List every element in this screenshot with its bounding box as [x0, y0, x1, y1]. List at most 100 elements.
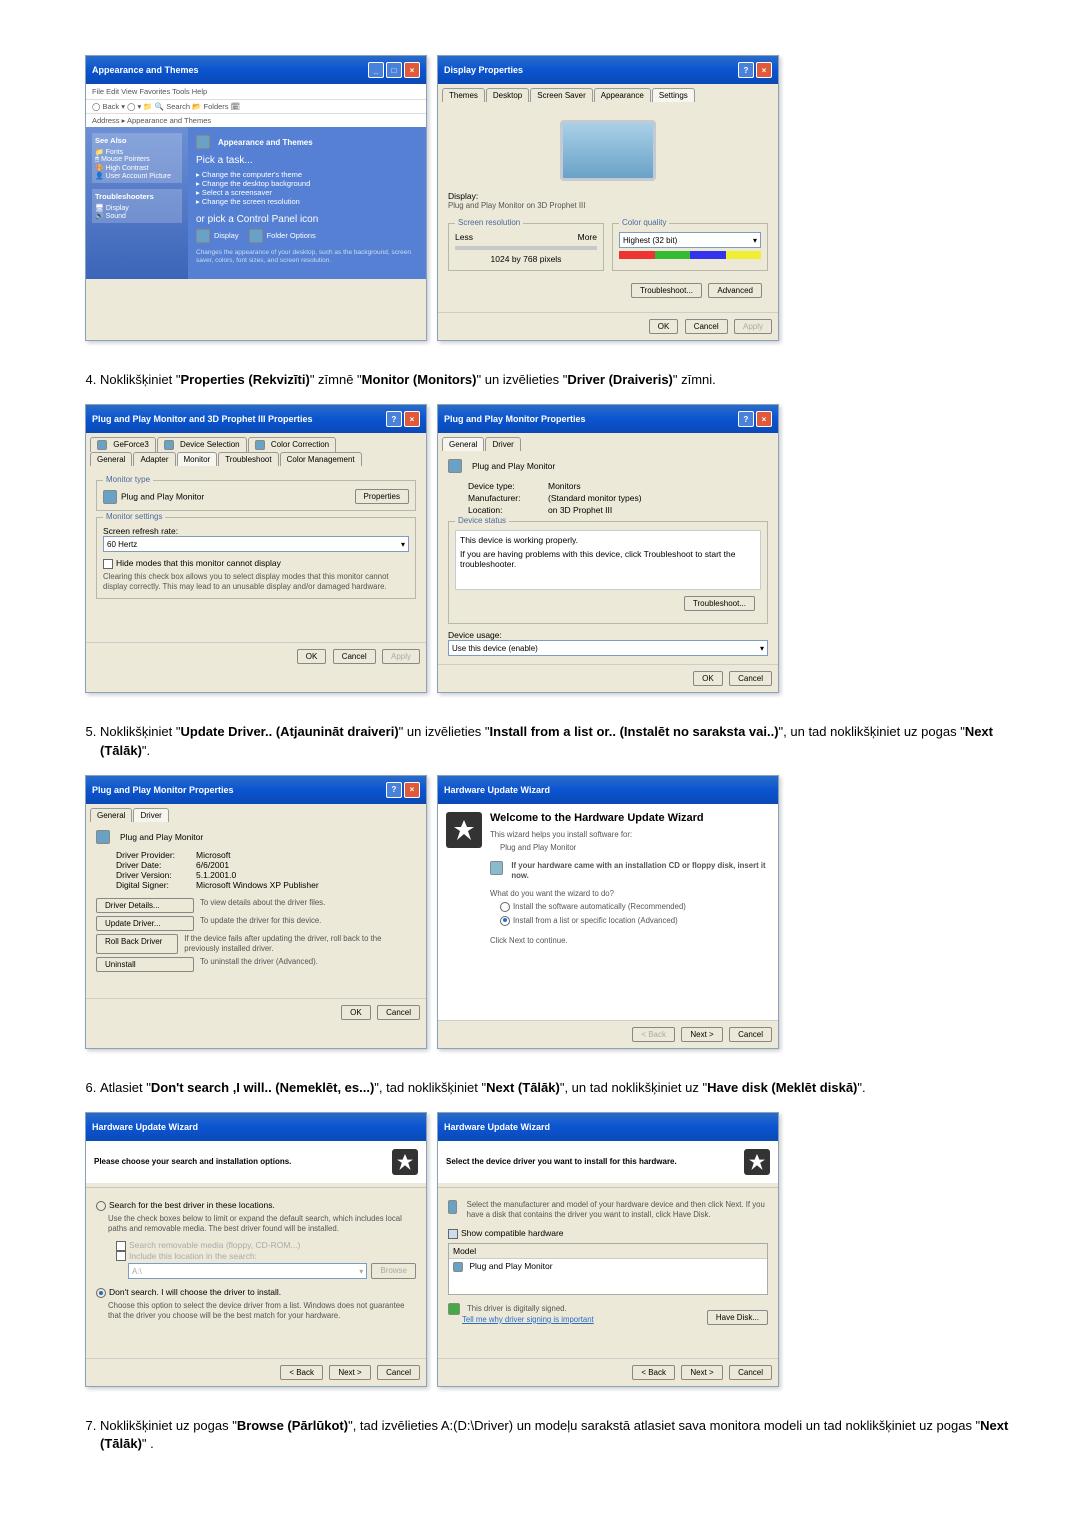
ok-button[interactable]: OK [341, 1005, 371, 1020]
tab-general[interactable]: General [442, 437, 484, 451]
task-link[interactable]: ▸ Change the desktop background [196, 179, 418, 188]
tab-monitor[interactable]: Monitor [177, 452, 218, 466]
ok-button[interactable]: OK [649, 319, 679, 334]
next-button[interactable]: Next > [681, 1365, 722, 1380]
check-removable-label: Search removable media (floppy, CD-ROM..… [129, 1240, 300, 1250]
cancel-button[interactable]: Cancel [729, 1365, 772, 1380]
path-select[interactable]: A:\▾ [128, 1263, 367, 1279]
ok-button[interactable]: OK [297, 649, 327, 664]
wizard-helps: This wizard helps you install software f… [490, 830, 770, 840]
help-icon[interactable]: ? [738, 411, 754, 427]
tab-appearance[interactable]: Appearance [594, 88, 651, 102]
next-button[interactable]: Next > [329, 1365, 370, 1380]
help-icon[interactable]: ? [738, 62, 754, 78]
nvidia-icon [97, 440, 107, 450]
tab-general[interactable]: General [90, 452, 132, 466]
check-removable[interactable] [116, 1241, 126, 1251]
window-title: Plug and Play Monitor and 3D Prophet III… [92, 414, 313, 424]
signer-label: Digital Signer: [116, 880, 196, 890]
titlebar: Display Properties ?× [438, 56, 778, 84]
cancel-button[interactable]: Cancel [333, 649, 376, 664]
tab-driver[interactable]: Driver [485, 437, 520, 451]
cancel-button[interactable]: Cancel [377, 1365, 420, 1380]
browse-button[interactable]: Browse [371, 1263, 416, 1279]
back-button[interactable]: < Back [632, 1365, 675, 1380]
help-icon[interactable]: ? [386, 782, 402, 798]
monitor-properties-driver: Plug and Play Monitor Properties?× Gener… [85, 775, 427, 1049]
update-driver-button[interactable]: Update Driver... [96, 916, 194, 931]
resolution-slider[interactable] [455, 246, 597, 250]
tab-color-correction[interactable]: Color Correction [248, 437, 336, 452]
max-icon[interactable]: □ [386, 62, 402, 78]
help-icon[interactable]: ? [386, 411, 402, 427]
hardware-update-wizard-select: Hardware Update Wizard Select the device… [437, 1112, 779, 1387]
tab-themes[interactable]: Themes [442, 88, 485, 102]
driver-details-button[interactable]: Driver Details... [96, 898, 194, 913]
have-disk-button[interactable]: Have Disk... [707, 1310, 768, 1325]
tab-colormgmt[interactable]: Color Management [280, 452, 362, 466]
troubleshoot-button[interactable]: Troubleshoot... [631, 283, 702, 298]
tab-driver[interactable]: Driver [133, 808, 168, 822]
heading: Appearance and Themes [218, 138, 313, 147]
cp-icon-folder-options[interactable]: Folder Options [249, 229, 316, 243]
tab-adapter[interactable]: Adapter [133, 452, 175, 466]
cancel-button[interactable]: Cancel [377, 1005, 420, 1020]
monitor-settings-label: Monitor settings [103, 512, 165, 521]
task-link[interactable]: ▸ Change the computer's theme [196, 170, 418, 179]
tab-general[interactable]: General [90, 808, 132, 822]
version: 5.1.2001.0 [196, 870, 236, 880]
back-button[interactable]: < Back [632, 1027, 675, 1042]
check-location[interactable] [116, 1251, 126, 1261]
tab-desktop[interactable]: Desktop [486, 88, 529, 102]
radio-search[interactable] [96, 1201, 106, 1211]
tab-geforce3[interactable]: GeForce3 [90, 437, 156, 452]
cancel-button[interactable]: Cancel [729, 671, 772, 686]
tab-device-selection[interactable]: Device Selection [157, 437, 247, 452]
close-icon[interactable]: × [404, 411, 420, 427]
close-icon[interactable]: × [404, 62, 420, 78]
ok-button[interactable]: OK [693, 671, 723, 686]
cp-icon-display[interactable]: Display [196, 229, 239, 243]
step-5: Noklikšķiniet "Update Driver.. (Atjaunin… [100, 723, 1020, 759]
properties-button[interactable]: Properties [355, 489, 409, 504]
color-bar [619, 251, 761, 259]
radio-list[interactable] [500, 916, 510, 926]
window-title: Hardware Update Wizard [92, 1122, 198, 1132]
tab-settings[interactable]: Settings [652, 88, 695, 102]
nvidia-icon [255, 440, 265, 450]
close-icon[interactable]: × [756, 62, 772, 78]
step-7: Noklikšķiniet uz pogas "Browse (Pārlūkot… [100, 1417, 1020, 1453]
min-icon[interactable]: _ [368, 62, 384, 78]
colorquality-select[interactable]: Highest (32 bit)▾ [619, 232, 761, 248]
less-label: Less [455, 232, 473, 242]
uninstall-text: To uninstall the driver (Advanced). [200, 957, 318, 972]
task-link[interactable]: ▸ Change the screen resolution [196, 197, 418, 206]
res-label: Screen resolution [455, 218, 523, 227]
model-item[interactable]: Plug and Play Monitor [449, 1259, 767, 1274]
refresh-select[interactable]: 60 Hertz▾ [103, 536, 409, 552]
radio-auto[interactable] [500, 902, 510, 912]
tab-troubleshoot[interactable]: Troubleshoot [218, 452, 278, 466]
apply-button[interactable]: Apply [734, 319, 772, 334]
task-link[interactable]: ▸ Select a screensaver [196, 188, 418, 197]
apply-button[interactable]: Apply [382, 649, 420, 664]
hide-modes-checkbox[interactable] [103, 559, 113, 569]
close-icon[interactable]: × [756, 411, 772, 427]
troubleshoot-button[interactable]: Troubleshoot... [684, 596, 755, 611]
radio-dont-search[interactable] [96, 1288, 106, 1298]
cancel-button[interactable]: Cancel [685, 319, 728, 334]
signing-link[interactable]: Tell me why driver signing is important [462, 1315, 594, 1325]
hint-text: Changes the appearance of your desktop, … [196, 249, 418, 266]
back-button[interactable]: < Back [280, 1365, 323, 1380]
advanced-button[interactable]: Advanced [708, 283, 762, 298]
date-label: Driver Date: [116, 860, 196, 870]
cancel-button[interactable]: Cancel [729, 1027, 772, 1042]
close-icon[interactable]: × [404, 782, 420, 798]
manufacturer-label: Manufacturer: [468, 493, 548, 503]
device-usage-select[interactable]: Use this device (enable)▾ [448, 640, 768, 656]
uninstall-button[interactable]: Uninstall [96, 957, 194, 972]
next-button[interactable]: Next > [681, 1027, 722, 1042]
rollback-button[interactable]: Roll Back Driver [96, 934, 178, 954]
tab-screensaver[interactable]: Screen Saver [530, 88, 592, 102]
check-compatible[interactable] [448, 1229, 458, 1239]
